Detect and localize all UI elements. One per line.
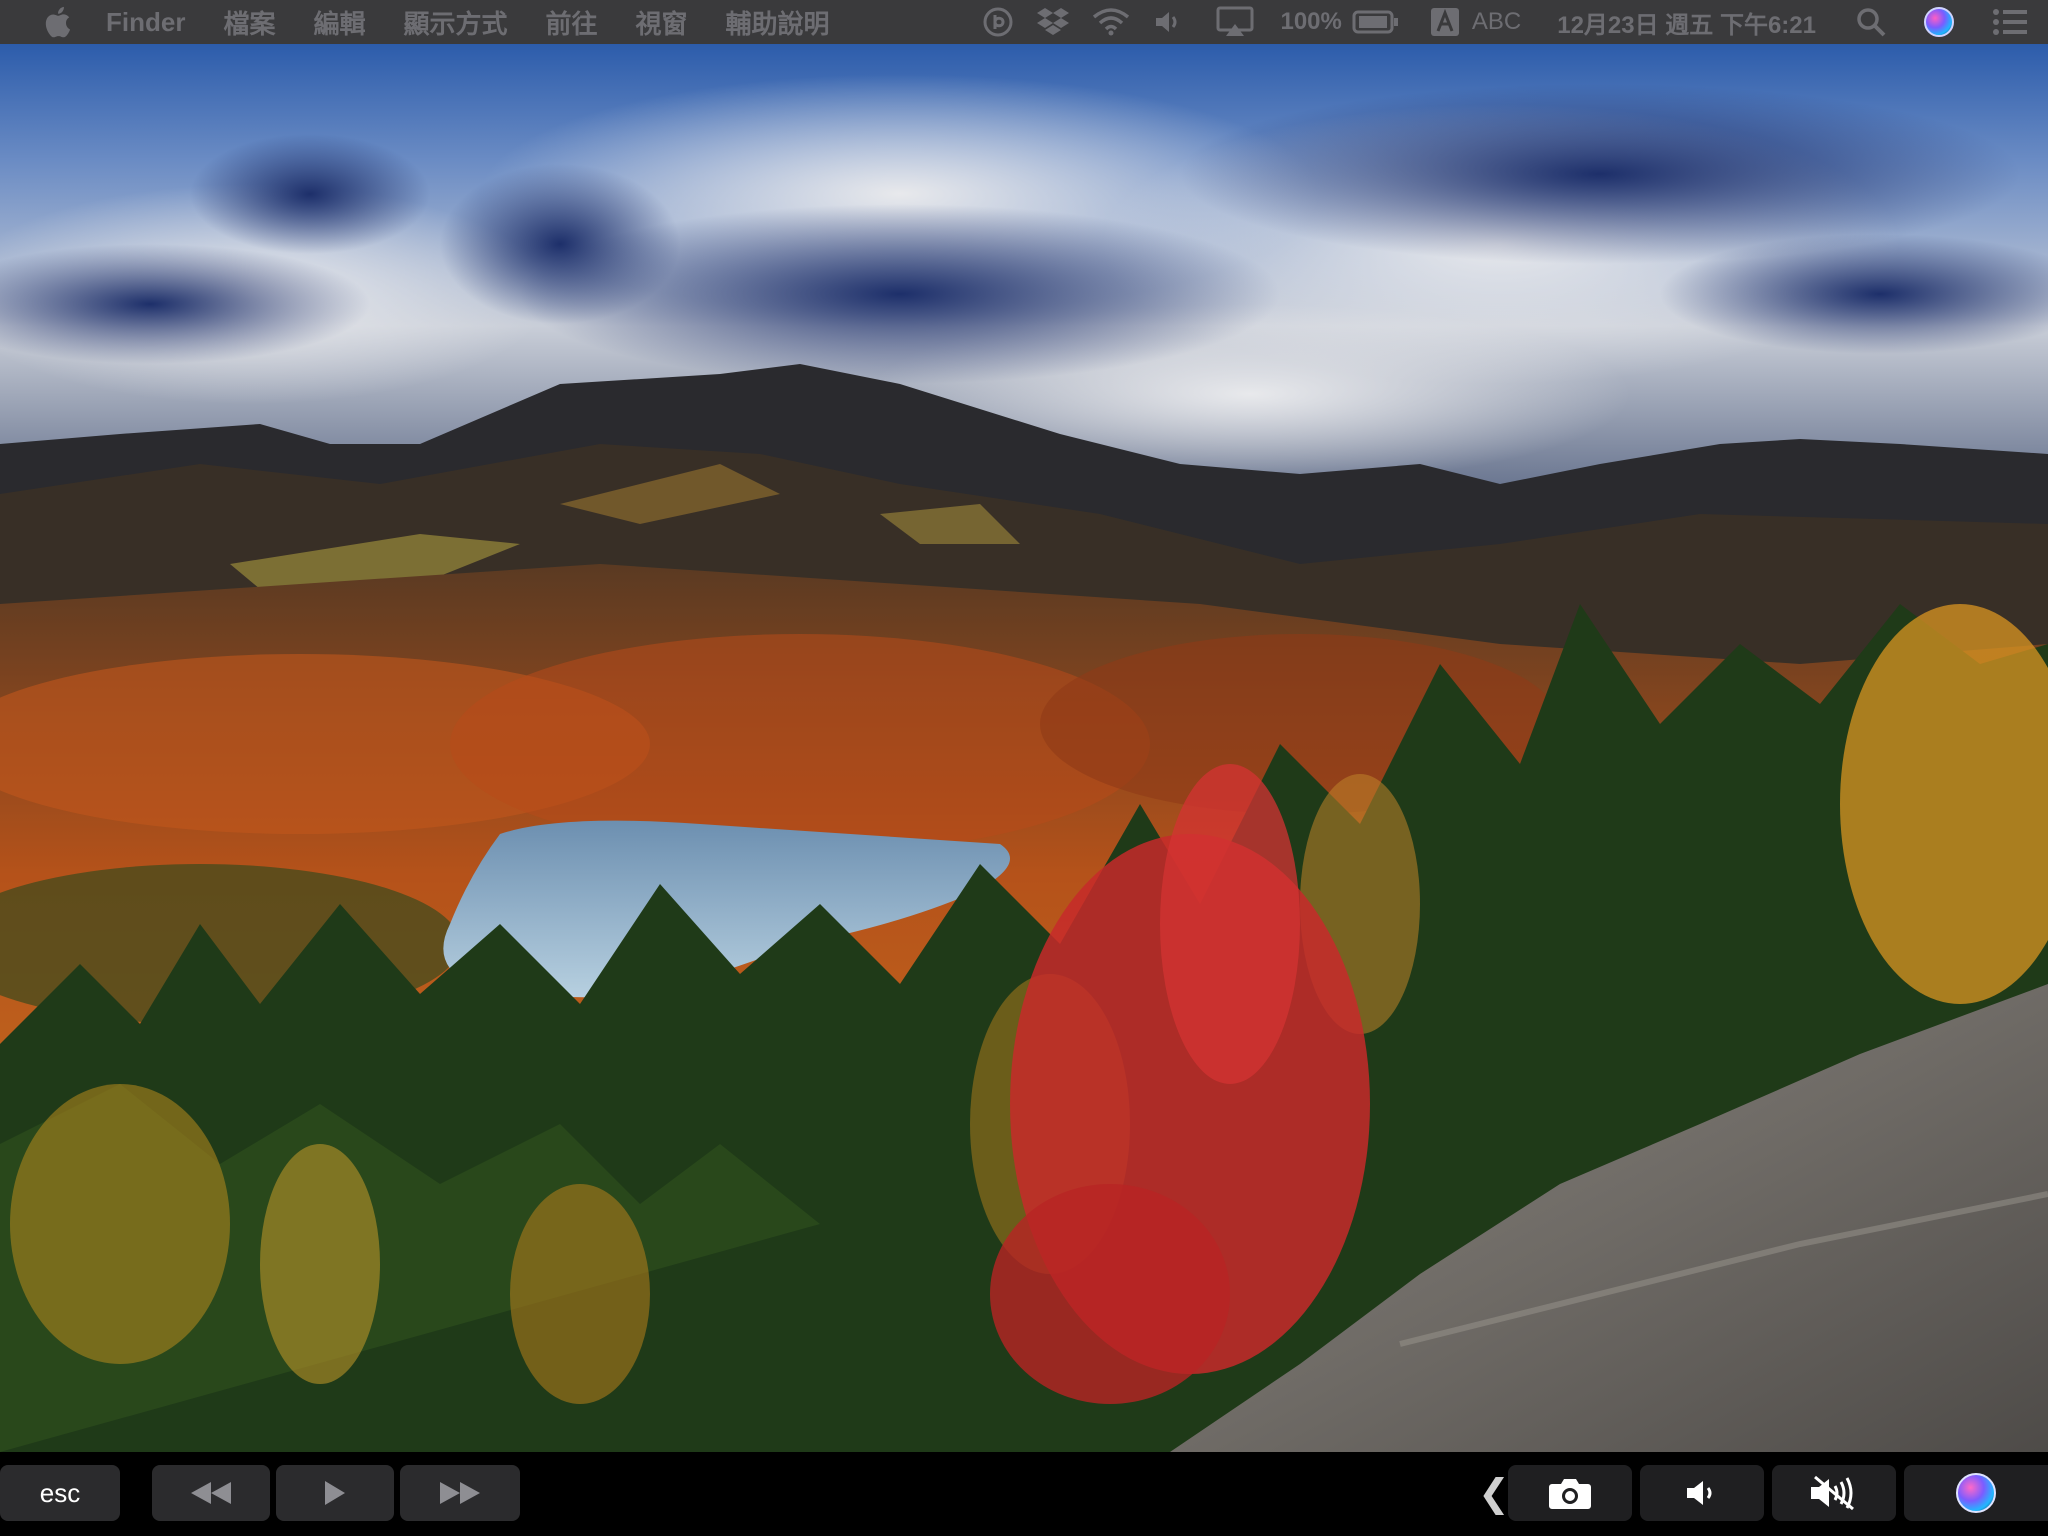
menu-view[interactable]: 顯示方式: [403, 4, 507, 41]
dropbox-icon[interactable]: [1036, 7, 1070, 37]
camera-icon: [1549, 1479, 1591, 1509]
menu-file[interactable]: 檔案: [223, 4, 275, 41]
play-button[interactable]: [276, 1465, 394, 1521]
notification-center-icon[interactable]: [1992, 8, 2028, 36]
input-method-icon[interactable]: [1430, 7, 1460, 37]
input-method-label[interactable]: ABC: [1472, 8, 1521, 36]
menu-go[interactable]: 前往: [546, 4, 598, 41]
wifi-icon[interactable]: [1092, 7, 1130, 37]
apple-menu-icon[interactable]: [40, 5, 74, 39]
chevron-left-icon: ❮: [1478, 1472, 1510, 1515]
play-icon: [325, 1481, 345, 1505]
speaker-mute-icon: [1811, 1475, 1854, 1511]
dictionary-status-icon[interactable]: [982, 6, 1014, 38]
rewind-icon: [191, 1482, 231, 1504]
volume-button[interactable]: [1640, 1465, 1764, 1521]
siri-button[interactable]: [1904, 1465, 2048, 1521]
fast-forward-icon: [440, 1482, 480, 1504]
collapse-control-strip-button[interactable]: ❮: [1478, 1465, 1510, 1521]
siri-icon: [1956, 1473, 1996, 1513]
menu-help[interactable]: 輔助說明: [726, 4, 830, 41]
siri-menubar-icon[interactable]: [1924, 7, 1954, 37]
airplay-icon[interactable]: [1216, 6, 1254, 38]
desktop-wallpaper: [0, 44, 2048, 1452]
spotlight-search-icon[interactable]: [1856, 7, 1886, 37]
screenshot-button[interactable]: [1508, 1465, 1632, 1521]
mute-button[interactable]: [1772, 1465, 1896, 1521]
menu-bar: Finder 檔案 編輯 顯示方式 前往 視窗 輔助說明 100% ABC 12…: [0, 0, 2048, 44]
rewind-button[interactable]: [152, 1465, 270, 1521]
menu-app-name[interactable]: Finder: [106, 7, 185, 38]
fast-forward-button[interactable]: [400, 1465, 520, 1521]
touch-bar: esc ❮: [0, 1452, 2048, 1536]
speaker-icon: [1687, 1481, 1712, 1505]
menu-clock[interactable]: 12月23日 週五 下午6:21: [1557, 5, 1816, 40]
menu-window[interactable]: 視窗: [636, 4, 688, 41]
wallpaper-landscape-image: [0, 44, 2048, 1452]
battery-percent: 100%: [1280, 8, 1342, 35]
battery-icon[interactable]: [1352, 9, 1400, 35]
volume-icon[interactable]: [1152, 7, 1182, 37]
esc-key-label: esc: [39, 1477, 81, 1508]
menu-edit[interactable]: 編輯: [313, 4, 365, 41]
esc-key[interactable]: esc: [0, 1465, 120, 1521]
